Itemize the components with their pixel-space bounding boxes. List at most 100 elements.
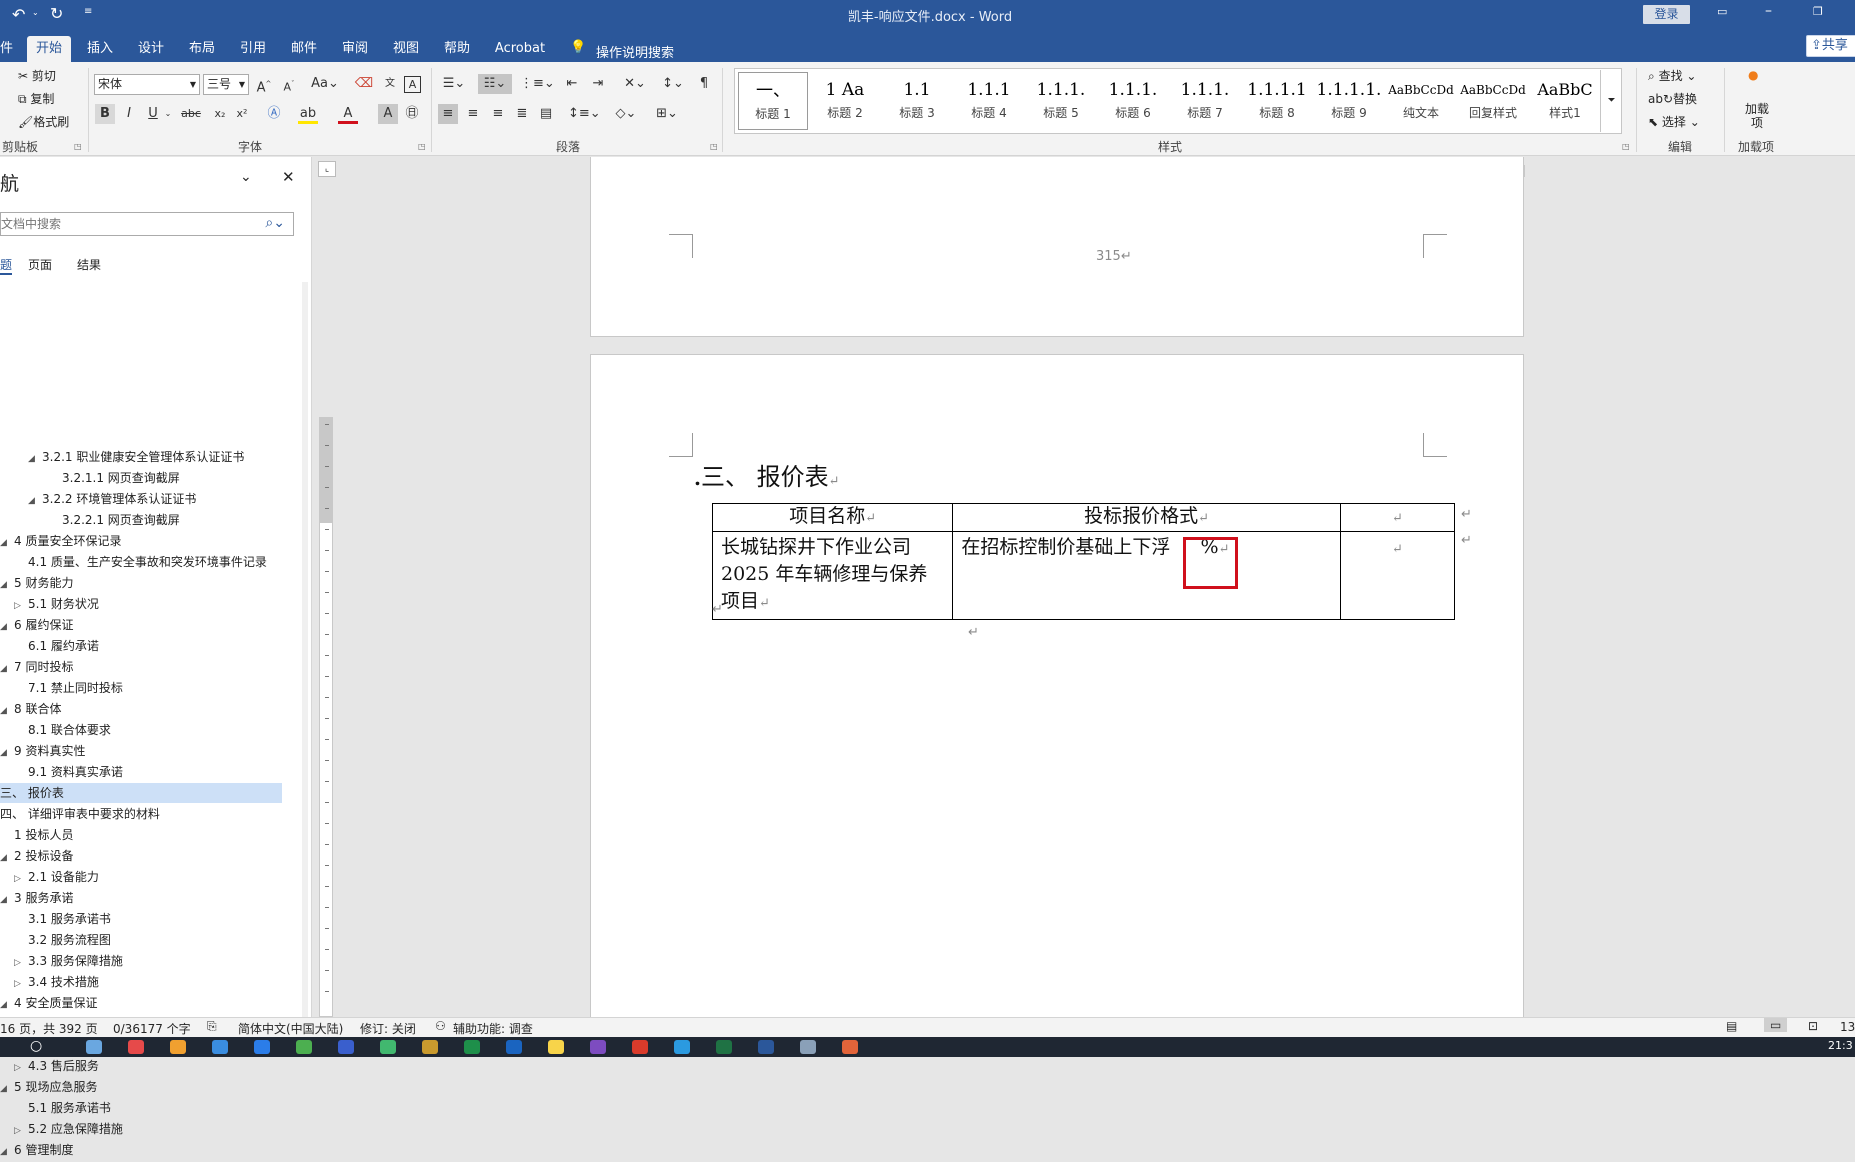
search-icon[interactable]: ⌕⌄ xyxy=(265,215,285,231)
zoom-level[interactable]: 13 xyxy=(1840,1020,1855,1034)
style-item[interactable]: AaBbCcDd 回复样式 xyxy=(1458,72,1528,130)
taskbar-app-icon[interactable] xyxy=(212,1040,228,1054)
nav-tab-pages[interactable]: 页面 xyxy=(28,256,52,273)
addins-button[interactable]: 加载项 xyxy=(1742,102,1772,130)
collapse-icon[interactable]: ◢ xyxy=(0,848,14,868)
style-item[interactable]: 1.1 标题 3 xyxy=(882,72,952,130)
close-icon[interactable]: ✕ xyxy=(282,168,295,186)
tab-home[interactable]: 开始 xyxy=(27,36,71,62)
nav-search-box[interactable]: ⌕⌄ xyxy=(0,212,294,236)
shrink-font-icon[interactable]: Aˇ xyxy=(279,74,299,94)
align-left-icon[interactable]: ≡ xyxy=(438,104,458,124)
line-spacing-icon[interactable]: ↕≡⌄ xyxy=(568,104,601,124)
nav-heading-item[interactable]: ◢ 3 服务承诺 xyxy=(0,888,282,908)
tab-review[interactable]: 审阅 xyxy=(335,36,375,62)
select-button[interactable]: ⬉ 选择 ⌄ xyxy=(1648,113,1700,130)
nav-heading-item[interactable]: 5.1 服务承诺书 xyxy=(0,1098,282,1118)
subscript-icon[interactable]: x₂ xyxy=(210,104,230,124)
table-header-cell[interactable]: ↵ xyxy=(1339,503,1456,532)
redo-icon[interactable]: ↻ xyxy=(50,4,63,23)
nav-heading-item[interactable]: 四、 详细评审表中要求的材料 xyxy=(0,804,282,824)
bullets-icon[interactable]: ☰⌄ xyxy=(440,74,468,94)
nav-heading-item[interactable]: 3.2.1.1 网页查询截屏 xyxy=(0,468,282,488)
chevron-down-icon[interactable]: ▼ xyxy=(239,75,245,94)
collapse-icon[interactable]: ◢ xyxy=(28,449,42,469)
nav-heading-item[interactable]: ▷ 3.4 技术措施 xyxy=(0,972,282,992)
style-item[interactable]: AaBbC 样式1 xyxy=(1530,72,1600,130)
collapse-icon[interactable]: ◢ xyxy=(0,1142,14,1162)
nav-options-icon[interactable]: ⌄ xyxy=(240,169,252,185)
clipboard-launcher-icon[interactable]: ◳ xyxy=(74,142,82,151)
taskbar-app-icon[interactable] xyxy=(506,1040,522,1054)
increase-indent-icon[interactable]: ⇥ xyxy=(588,74,608,94)
nav-tab-results[interactable]: 结果 xyxy=(77,256,101,273)
taskbar-app-icon[interactable] xyxy=(590,1040,606,1054)
cut-button[interactable]: ✂ 剪切 xyxy=(18,67,56,84)
read-mode-icon[interactable]: ▤ xyxy=(1726,1019,1737,1033)
collapse-icon[interactable]: ◢ xyxy=(0,659,14,679)
taskbar-app-icon[interactable] xyxy=(842,1040,858,1054)
taskbar-app-icon[interactable] xyxy=(380,1040,396,1054)
table-cell[interactable]: 在招标控制价基础上下浮 %↵ xyxy=(952,531,1341,620)
taskbar-app-icon[interactable] xyxy=(170,1040,186,1054)
taskbar-app-icon[interactable] xyxy=(632,1040,648,1054)
underline-icon[interactable]: U xyxy=(143,104,163,124)
nav-search-input[interactable] xyxy=(1,213,251,235)
font-size-box[interactable]: 三号 ▼ xyxy=(203,74,249,95)
align-center-icon[interactable]: ≡ xyxy=(463,104,483,124)
tab-file[interactable]: 件 xyxy=(0,36,13,62)
undo-icon[interactable]: ↶ xyxy=(12,5,25,24)
nav-heading-item[interactable]: ▷ 3.3 服务保障措施 xyxy=(0,951,282,971)
distributed-icon[interactable]: ▤ xyxy=(536,104,556,124)
tab-references[interactable]: 引用 xyxy=(233,36,273,62)
track-changes-status[interactable]: 修订: 关闭 xyxy=(360,1020,416,1037)
copy-button[interactable]: ⧉ 复制 xyxy=(18,90,54,107)
expand-icon[interactable]: ▷ xyxy=(14,953,28,973)
print-layout-icon[interactable]: ▭ xyxy=(1764,1018,1788,1032)
nav-heading-item[interactable]: ◢ 5 现场应急服务 xyxy=(0,1077,282,1097)
nav-heading-item[interactable]: 3.1 服务承诺书 xyxy=(0,909,282,929)
enclose-characters-icon[interactable]: ㊐ xyxy=(402,104,422,124)
style-item[interactable]: 一、 标题 1 xyxy=(738,72,808,130)
taskbar-app-icon[interactable] xyxy=(758,1040,774,1054)
borders-icon[interactable]: ⊞⌄ xyxy=(652,104,682,124)
taskbar-app-icon[interactable] xyxy=(254,1040,270,1054)
nav-heading-item[interactable]: 4.1 质量、生产安全事故和突发环境事件记录 xyxy=(0,552,282,572)
tab-acrobat[interactable]: Acrobat xyxy=(490,36,550,62)
chevron-down-icon[interactable]: ▼ xyxy=(190,75,196,94)
taskbar-app-icon[interactable] xyxy=(338,1040,354,1054)
collapse-icon[interactable]: ◢ xyxy=(0,890,14,910)
taskbar-app-icon[interactable] xyxy=(800,1040,816,1054)
style-item[interactable]: 1.1.1.1 标题 8 xyxy=(1242,72,1312,130)
restore-icon[interactable]: ❐ xyxy=(1813,5,1823,18)
nav-heading-item[interactable]: ▷ 5.2 应急保障措施 xyxy=(0,1119,282,1139)
italic-icon[interactable]: I xyxy=(119,104,139,124)
nav-heading-item[interactable]: ◢ 6 管理制度 xyxy=(0,1140,282,1160)
minimize-icon[interactable]: – xyxy=(1765,3,1772,19)
nav-heading-item[interactable]: ◢ 3.2.1 职业健康安全管理体系认证证书 xyxy=(0,447,282,467)
customize-qat-icon[interactable]: ≡ xyxy=(84,6,92,17)
nav-heading-item[interactable]: 9.1 资料真实承诺 xyxy=(0,762,282,782)
nav-heading-item[interactable]: ◢ 7 同时投标 xyxy=(0,657,282,677)
nav-heading-item[interactable]: ▷ 4.3 售后服务 xyxy=(0,1056,282,1076)
nav-scrollbar[interactable] xyxy=(302,282,308,1017)
font-color-icon[interactable]: A xyxy=(338,104,358,124)
font-launcher-icon[interactable]: ◳ xyxy=(418,142,426,151)
tab-mailings[interactable]: 邮件 xyxy=(284,36,324,62)
decrease-indent-icon[interactable]: ⇤ xyxy=(562,74,582,94)
collapse-icon[interactable]: ◢ xyxy=(0,743,14,763)
superscript-icon[interactable]: x² xyxy=(232,104,252,124)
nav-heading-item[interactable]: 6.1 履约承诺 xyxy=(0,636,282,656)
nav-tab-headings[interactable]: 题 xyxy=(0,256,13,275)
tab-insert[interactable]: 插入 xyxy=(80,36,120,62)
underline-dropdown-icon[interactable]: ⌄ xyxy=(163,104,173,124)
ruler-corner[interactable]: ⌞ xyxy=(318,161,336,177)
taskbar-app-icon[interactable] xyxy=(464,1040,480,1054)
taskbar-app-icon[interactable] xyxy=(716,1040,732,1054)
collapse-icon[interactable]: ◢ xyxy=(0,533,14,553)
word-count[interactable]: 0/36177 个字 xyxy=(113,1020,191,1037)
style-item[interactable]: 1 Aa 标题 2 xyxy=(810,72,880,130)
collapse-icon[interactable]: ◢ xyxy=(0,701,14,721)
table-cell[interactable]: 长城钻探井下作业公司 2025 年车辆修理与保养项目↵ xyxy=(711,531,954,620)
text-effects-icon[interactable]: Ⓐ xyxy=(264,104,284,124)
